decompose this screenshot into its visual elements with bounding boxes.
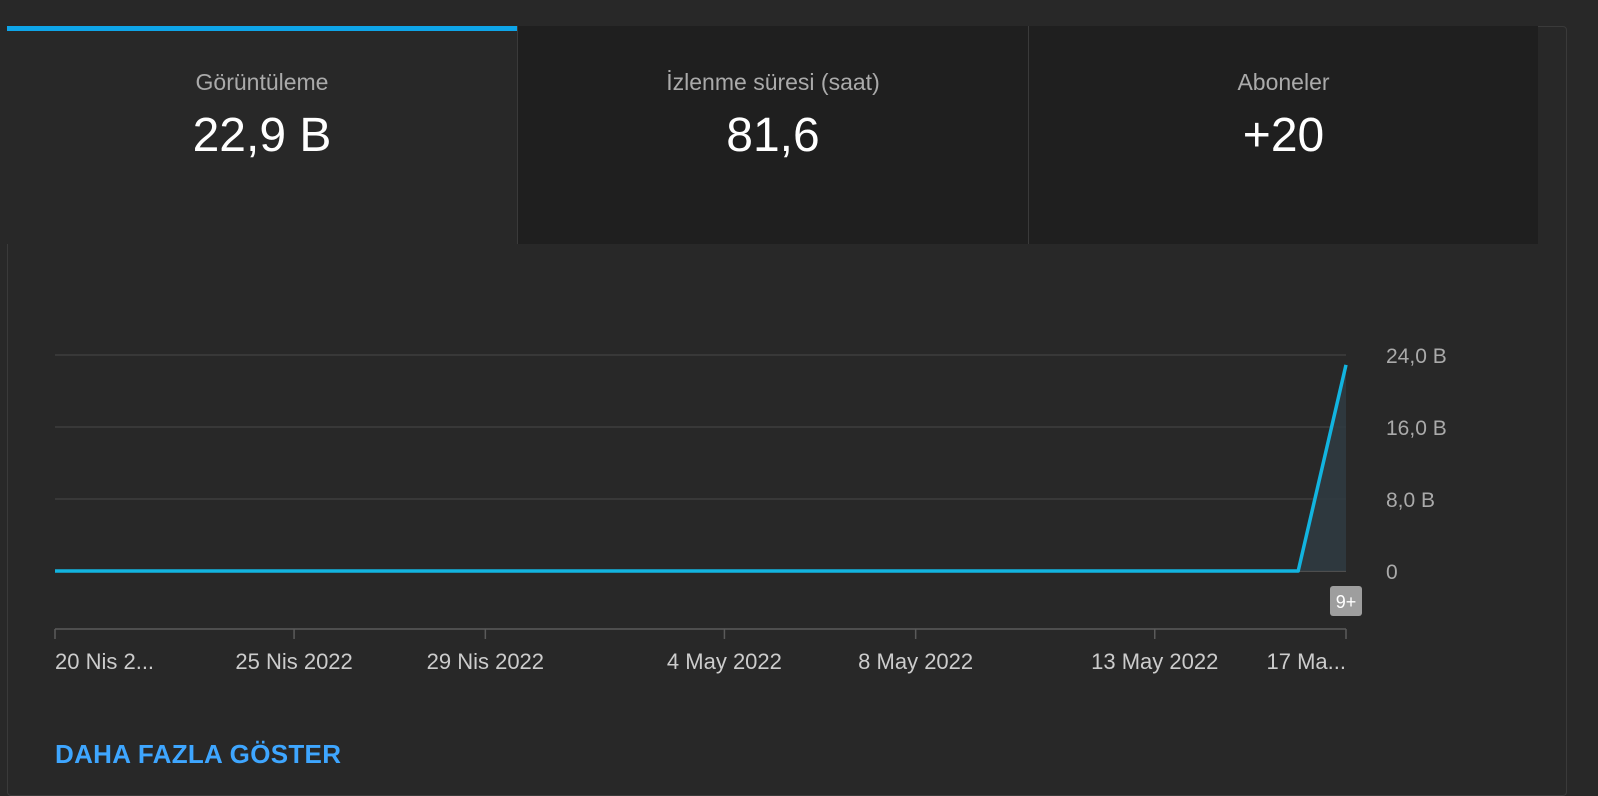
tab-subscribers-value: +20: [1242, 109, 1325, 162]
tab-views-label: Görüntüleme: [195, 69, 329, 95]
tab-views[interactable]: Görüntüleme 22,9 B: [7, 26, 517, 244]
active-tab-indicator: [7, 26, 517, 31]
tab-watch-time-value: 81,6: [726, 109, 820, 162]
tab-watch-time[interactable]: İzlenme süresi (saat) 81,6: [517, 26, 1028, 244]
show-more-button[interactable]: DAHA FAZLA GÖSTER: [55, 738, 341, 770]
tab-subscribers[interactable]: Aboneler +20: [1028, 26, 1538, 244]
tab-watch-time-label: İzlenme süresi (saat): [666, 69, 880, 95]
tab-subscribers-label: Aboneler: [1237, 69, 1330, 95]
metric-tabs: Görüntüleme 22,9 B İzlenme süresi (saat)…: [0, 0, 1568, 244]
tab-views-value: 22,9 B: [192, 109, 332, 162]
